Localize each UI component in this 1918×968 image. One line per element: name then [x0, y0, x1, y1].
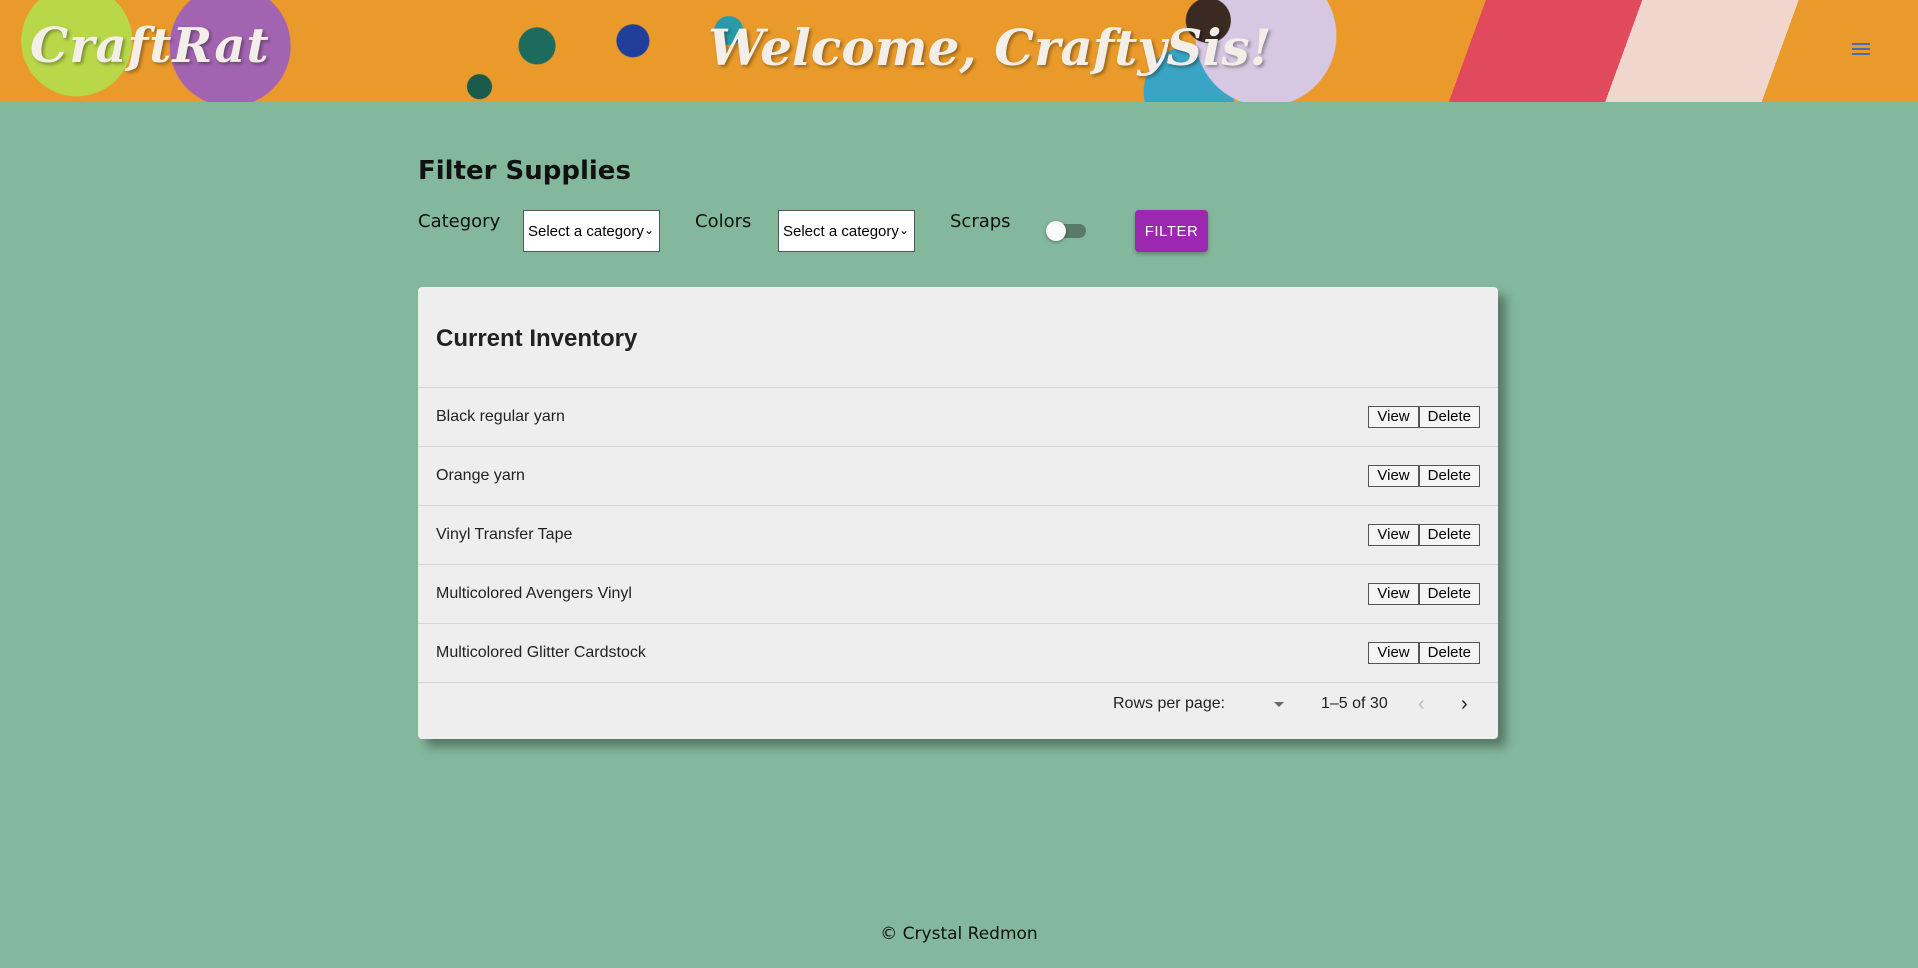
toggle-thumb: [1046, 221, 1066, 241]
footer-copyright: © Crystal Redmon: [880, 924, 1038, 944]
list-item: Black regular yarn View Delete: [418, 387, 1498, 446]
category-label: Category: [418, 211, 501, 232]
inventory-title: Current Inventory: [436, 325, 638, 352]
delete-button[interactable]: Delete: [1418, 406, 1480, 428]
item-name: Multicolored Avengers Vinyl: [436, 585, 632, 602]
delete-button[interactable]: Delete: [1418, 642, 1480, 664]
inventory-card: Current Inventory Black regular yarn Vie…: [418, 287, 1498, 739]
delete-button[interactable]: Delete: [1418, 524, 1480, 546]
list-item: Multicolored Avengers Vinyl View Delete: [418, 564, 1498, 623]
caret-down-icon: [1274, 702, 1284, 707]
inventory-list: Black regular yarn View Delete Orange ya…: [418, 387, 1498, 683]
view-button[interactable]: View: [1368, 406, 1419, 428]
item-name: Black regular yarn: [436, 408, 565, 425]
pagination: Rows per page: 1–5 of 30 ‹ ›: [418, 693, 1498, 725]
delete-button[interactable]: Delete: [1418, 465, 1480, 487]
chevron-left-icon[interactable]: ‹: [1418, 693, 1425, 716]
page-range: 1–5 of 30: [1321, 695, 1388, 712]
category-select[interactable]: Select a category ⌄: [523, 210, 660, 252]
view-button[interactable]: View: [1368, 465, 1419, 487]
chevron-right-icon[interactable]: ›: [1461, 693, 1468, 716]
view-button[interactable]: View: [1368, 524, 1419, 546]
rows-per-page-label: Rows per page:: [1113, 695, 1226, 712]
list-item: Vinyl Transfer Tape View Delete: [418, 505, 1498, 564]
delete-button[interactable]: Delete: [1418, 583, 1480, 605]
view-button[interactable]: View: [1368, 583, 1419, 605]
view-button[interactable]: View: [1368, 642, 1419, 664]
colors-select-value: Select a category: [783, 222, 899, 240]
scraps-toggle[interactable]: [1046, 221, 1088, 241]
scraps-label: Scraps: [950, 211, 1011, 232]
filter-button[interactable]: FILTER: [1135, 210, 1208, 252]
chevron-down-icon: ⌄: [643, 223, 654, 237]
chevron-down-icon: ⌄: [898, 223, 909, 237]
colors-label: Colors: [695, 211, 752, 232]
rows-per-page-select[interactable]: [1248, 695, 1288, 715]
list-item: Orange yarn View Delete: [418, 446, 1498, 505]
filter-title: Filter Supplies: [418, 156, 631, 186]
brand-logo[interactable]: CraftRat: [30, 18, 270, 74]
item-name: Vinyl Transfer Tape: [436, 526, 573, 543]
list-item: Multicolored Glitter Cardstock View Dele…: [418, 623, 1498, 683]
hamburger-menu-icon[interactable]: [1852, 43, 1870, 57]
header-banner: CraftRat Welcome, CraftySis!: [0, 0, 1918, 102]
colors-select[interactable]: Select a category ⌄: [778, 210, 915, 252]
item-name: Orange yarn: [436, 467, 525, 484]
item-name: Multicolored Glitter Cardstock: [436, 644, 646, 661]
welcome-title: Welcome, CraftySis!: [708, 18, 1272, 77]
category-select-value: Select a category: [528, 222, 644, 240]
